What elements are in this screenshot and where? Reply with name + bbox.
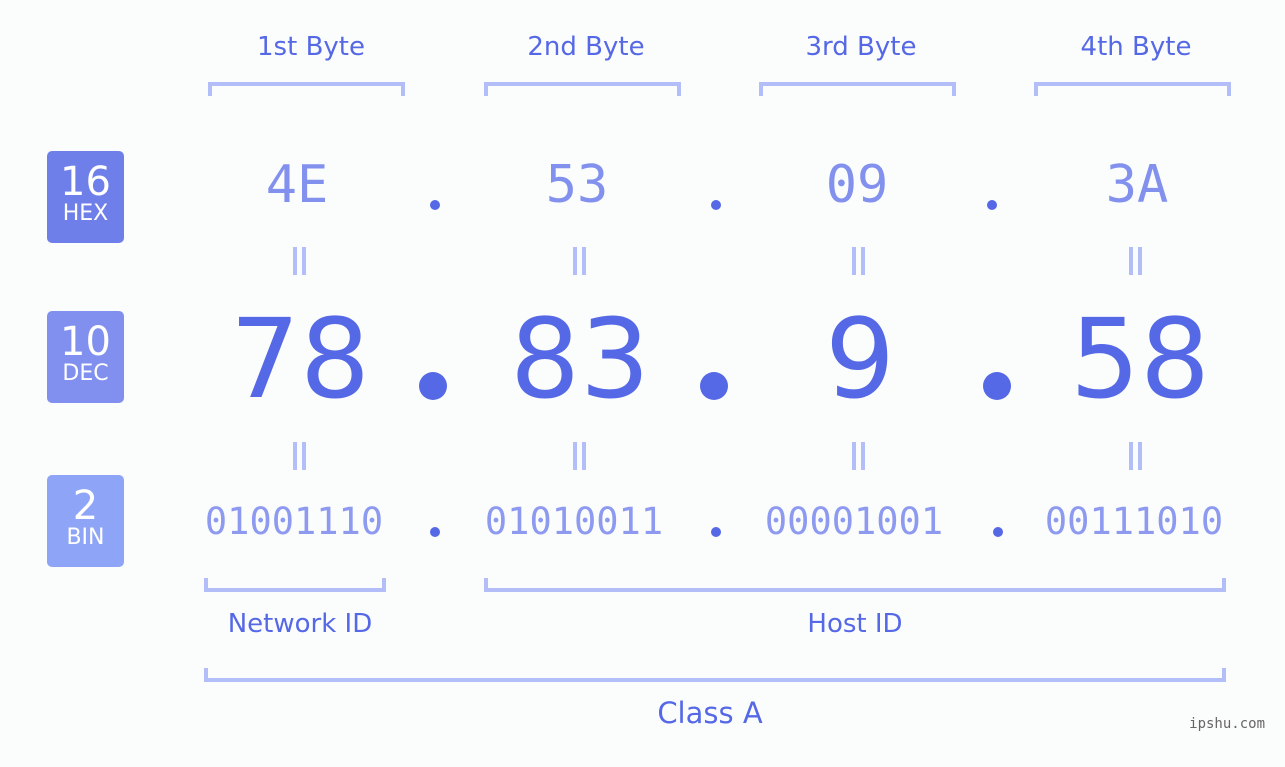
hex-dot-2 [711,200,721,210]
byte-header-1: 1st Byte [257,32,365,62]
byte-header-3: 3rd Byte [805,32,917,62]
bin-dot-3 [993,527,1003,537]
equals-sign [1127,247,1145,275]
bin-byte-4: 00111010 [1044,500,1224,543]
dec-byte-2: 83 [510,295,650,423]
host-id-bracket [484,578,1226,592]
equals-sign [1127,442,1145,470]
byte-bracket-3 [759,82,956,96]
equals-sign [291,442,309,470]
hex-dot-3 [987,200,997,210]
bin-base-number: 2 [72,483,99,529]
hex-byte-4: 3A [1105,155,1169,215]
equals-sign [291,247,309,275]
equals-sign [850,442,868,470]
bin-base-label: BIN [66,525,105,550]
bin-byte-3: 00001001 [764,500,944,543]
byte-header-2: 2nd Byte [527,32,645,62]
byte-header-4: 4th Byte [1080,32,1192,62]
dec-byte-4: 58 [1070,295,1210,423]
dec-base-label: DEC [62,361,109,386]
dec-badge: 10 DEC [47,311,124,403]
hex-base-number: 16 [60,159,111,205]
network-id-label: Network ID [227,609,373,639]
dec-dot-1 [419,372,447,400]
network-id-bracket [204,578,386,592]
bin-byte-2: 01010011 [484,500,664,543]
bin-badge: 2 BIN [47,475,124,567]
byte-bracket-4 [1034,82,1231,96]
class-label: Class A [657,696,763,730]
byte-bracket-1 [208,82,405,96]
bin-dot-1 [430,527,440,537]
hex-dot-1 [430,200,440,210]
bin-byte-1: 01001110 [204,500,384,543]
dec-base-number: 10 [60,319,111,365]
equals-sign [571,247,589,275]
hex-byte-2: 53 [545,155,609,215]
dec-byte-3: 9 [825,295,895,423]
hex-byte-3: 09 [825,155,889,215]
hex-base-label: HEX [62,201,109,226]
hex-badge: 16 HEX [47,151,124,243]
class-bracket [204,668,1226,682]
equals-sign [850,247,868,275]
watermark: ipshu.com [1189,716,1265,732]
dec-dot-3 [983,372,1011,400]
host-id-label: Host ID [807,609,903,639]
hex-byte-1: 4E [265,155,329,215]
byte-bracket-2 [484,82,681,96]
dec-byte-1: 78 [230,295,370,423]
dec-dot-2 [700,372,728,400]
equals-sign [571,442,589,470]
bin-dot-2 [711,527,721,537]
